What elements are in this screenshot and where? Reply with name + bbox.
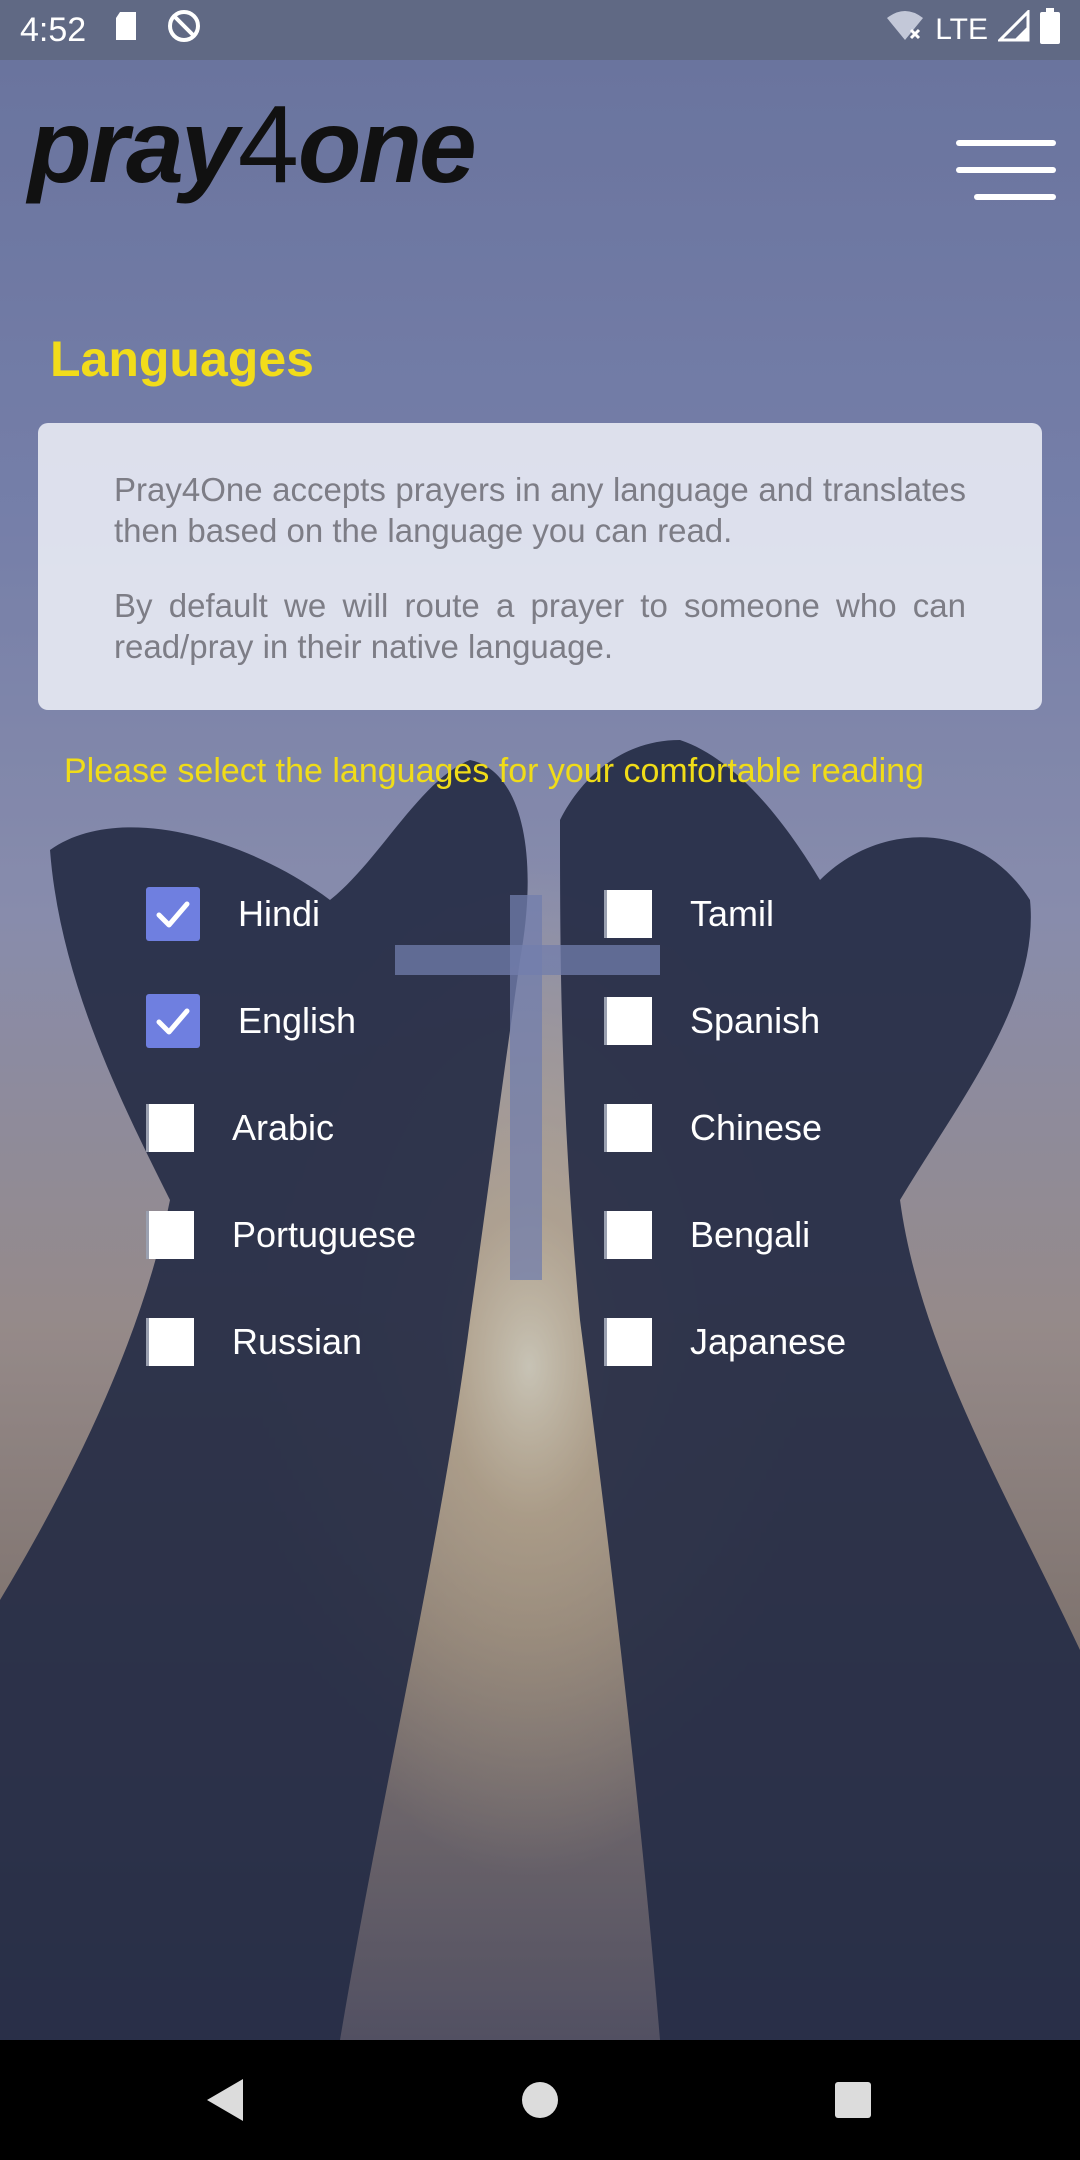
network-type: LTE — [935, 13, 988, 46]
do-not-disturb-icon — [166, 8, 202, 53]
system-nav-bar — [0, 2040, 1080, 2160]
signal-icon — [996, 8, 1030, 50]
home-button[interactable] — [495, 2040, 585, 2160]
language-option-portuguese[interactable]: Portuguese — [146, 1207, 416, 1263]
language-option-arabic[interactable]: Arabic — [146, 1100, 334, 1156]
language-label: Hindi — [238, 893, 321, 934]
info-paragraph: Pray4One accepts prayers in any language… — [114, 471, 966, 549]
language-option-english[interactable]: English — [146, 993, 356, 1049]
checkbox[interactable] — [146, 1211, 194, 1259]
hamburger-menu-button[interactable] — [952, 140, 1056, 200]
language-prompt: Please select the languages for your com… — [64, 752, 924, 790]
info-paragraph: By default we will route a prayer to som… — [114, 587, 966, 665]
language-label: Japanese — [690, 1321, 847, 1362]
recents-icon — [835, 2082, 871, 2118]
checkbox-checked[interactable] — [146, 887, 200, 941]
checkbox[interactable] — [604, 1318, 652, 1366]
language-option-russian[interactable]: Russian — [146, 1314, 362, 1370]
language-option-hindi[interactable]: Hindi — [146, 886, 320, 942]
language-label: Chinese — [690, 1107, 823, 1148]
checkbox[interactable] — [604, 1211, 652, 1259]
checkmark-icon — [156, 1008, 190, 1035]
language-label: Portuguese — [232, 1214, 417, 1255]
language-label: English — [238, 1000, 357, 1041]
language-option-spanish[interactable]: Spanish — [604, 993, 820, 1049]
language-option-tamil[interactable]: Tamil — [604, 886, 774, 942]
language-label: Russian — [232, 1321, 363, 1362]
wifi-off-icon — [885, 10, 925, 50]
back-icon — [207, 2079, 243, 2121]
language-option-japanese[interactable]: Japanese — [604, 1314, 846, 1370]
language-label: Spanish — [690, 1000, 821, 1041]
battery-icon — [1040, 8, 1060, 52]
checkbox[interactable] — [146, 1104, 194, 1152]
checkbox-checked[interactable] — [146, 994, 200, 1048]
home-icon — [522, 2082, 558, 2118]
recents-button[interactable] — [808, 2040, 898, 2160]
checkmark-icon — [156, 901, 190, 928]
checkbox[interactable] — [604, 890, 652, 938]
page-title: Languages — [50, 331, 314, 387]
language-label: Bengali — [690, 1214, 811, 1255]
language-label: Tamil — [690, 893, 775, 934]
language-label: Arabic — [232, 1107, 335, 1148]
checkbox[interactable] — [604, 1104, 652, 1152]
status-bar: 4:52 LTE — [0, 0, 1080, 60]
sd-card-icon — [112, 10, 140, 51]
back-button[interactable] — [180, 2040, 270, 2160]
status-time: 4:52 — [20, 10, 87, 49]
language-option-chinese[interactable]: Chinese — [604, 1100, 822, 1156]
app-logo: pray4one — [28, 83, 477, 206]
checkbox[interactable] — [146, 1318, 194, 1366]
info-card: Pray4One accepts prayers in any language… — [38, 423, 1042, 710]
checkbox[interactable] — [604, 997, 652, 1045]
language-option-bengali[interactable]: Bengali — [604, 1207, 810, 1263]
